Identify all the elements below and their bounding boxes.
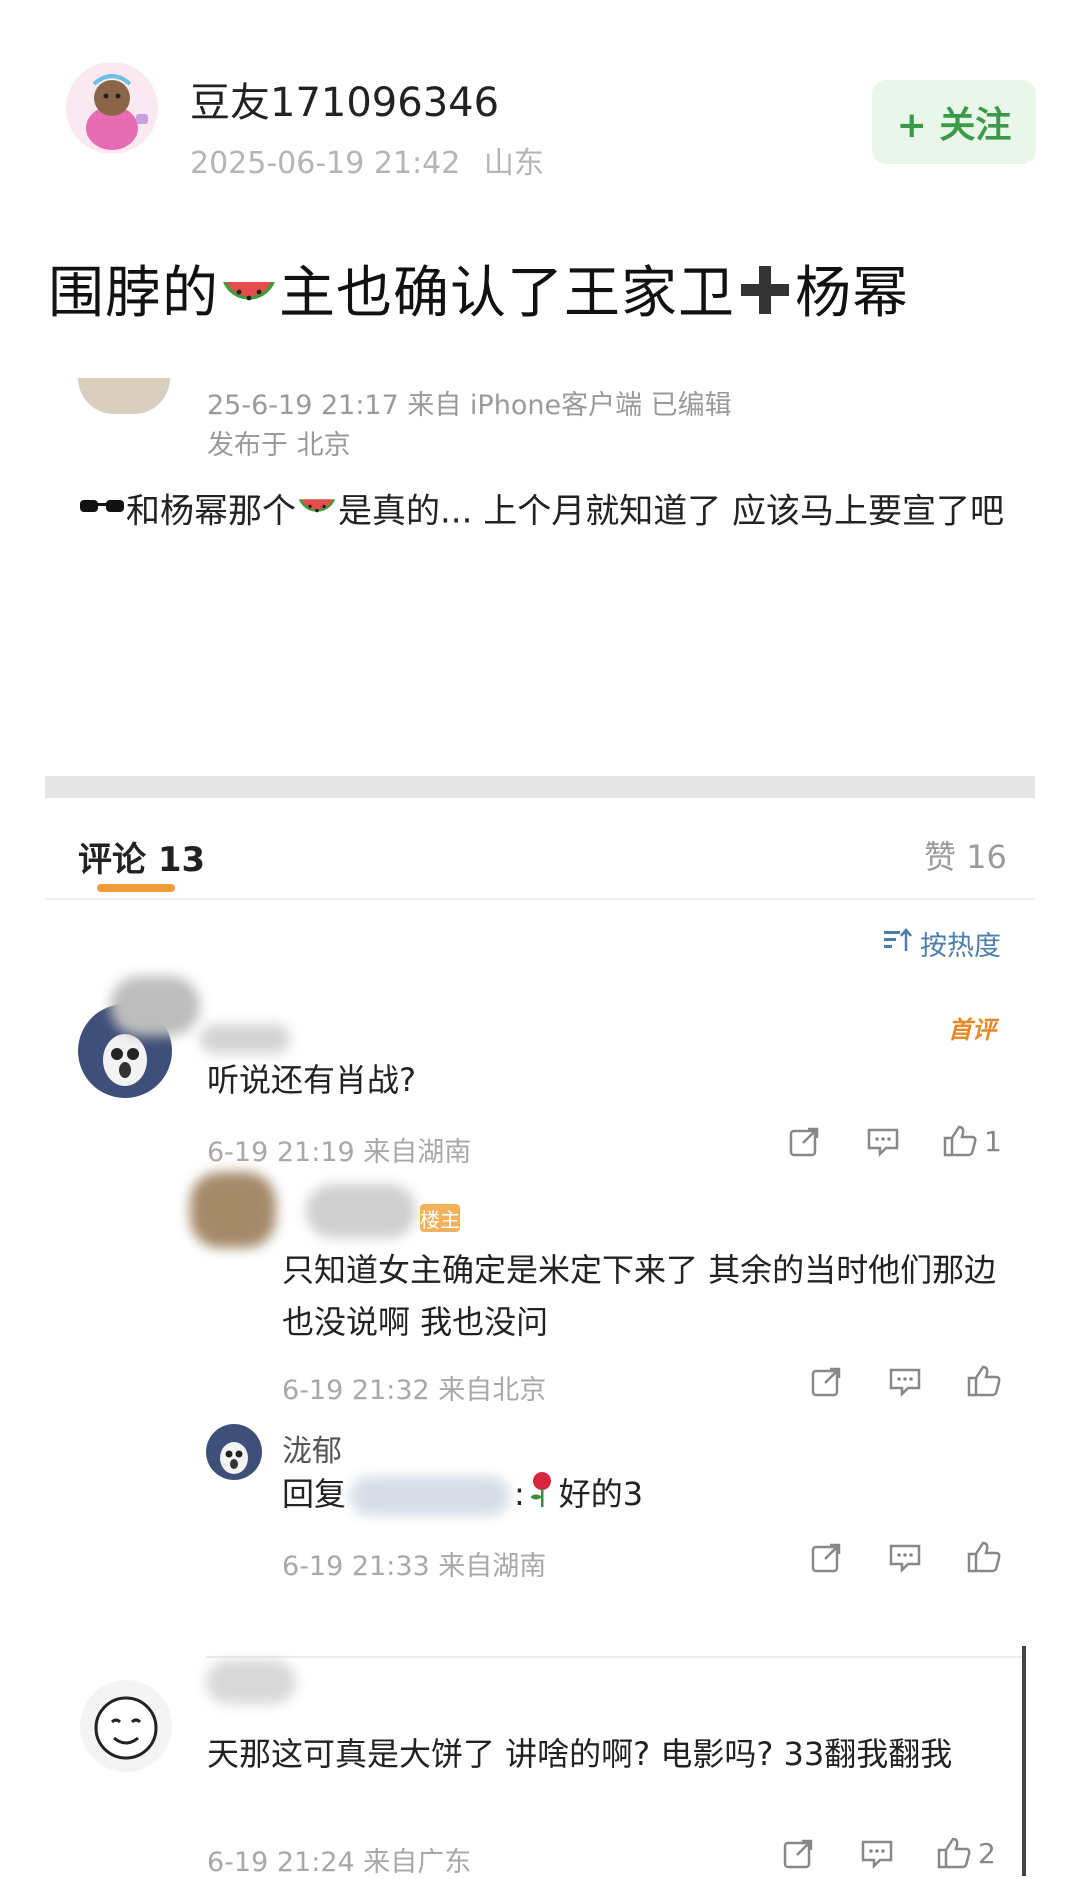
share-button[interactable] [788,1126,820,1158]
follow-label: + 关注 [896,105,1012,146]
comment-meta: 6-19 21:24 来自广东 [207,1847,472,1878]
headline-text-3: 杨幂 [795,261,909,326]
sort-icon [882,927,912,960]
thumbs-up-icon [942,1124,978,1158]
comment-text: 听说还有肖战? [207,1061,416,1099]
quoted-avatar [78,378,170,414]
thumbs-up-icon [936,1836,972,1870]
reply-icon [860,1838,894,1870]
scroll-indicator [1022,1646,1026,1876]
like-button[interactable] [966,1540,1002,1574]
headline-text-2: 主也确认了王家卫 [279,261,735,326]
comment-meta: 6-19 21:32 来自北京 [282,1375,547,1406]
like-button[interactable]: 1 [942,1124,1002,1158]
reply-icon [888,1542,922,1574]
reply-icon [866,1126,900,1158]
reply-button[interactable] [860,1838,894,1870]
blurred-mention [350,1476,511,1516]
reply-body: 好的3 [558,1475,644,1513]
watermelon-icon [296,484,338,542]
comment-text: 只知道女主确定是米定下来了 其余的当时他们那边也没说啊 我也没问 [282,1251,997,1341]
quoted-text: 和杨幂那个 是真的... 上个月就知道了 应该马上要宣了吧 [78,484,1018,542]
reply-prefix: 回复 [282,1475,347,1513]
headline-text-1: 围脖的 [48,261,219,326]
reply-text: 回复: 好的3 [282,1468,1002,1524]
comment-username[interactable]: 泷郁 [282,1426,342,1470]
sunglasses-icon [78,486,126,540]
share-button[interactable] [782,1838,814,1870]
share-button[interactable] [810,1542,842,1574]
quoted-meta-line1: 25-6-19 21:17 来自 iPhone客户端 已编辑 [207,390,732,421]
watermelon-icon [219,260,279,334]
author-avatar[interactable] [66,62,158,154]
thumbs-up-icon [966,1540,1002,1574]
blurred-avatar [190,1172,276,1248]
quoted-text-2: 是真的... 上个月就知道了 应该马上要宣了吧 [338,491,1005,532]
quoted-meta: 25-6-19 21:17 来自 iPhone客户端 已编辑 发布于 北京 [207,386,732,466]
reply-icon [888,1366,922,1398]
reply-button[interactable] [888,1366,922,1398]
comment-separator [206,1656,1026,1658]
reply-button[interactable] [866,1126,900,1158]
like-button[interactable] [966,1364,1002,1398]
comment-meta: 6-19 21:33 来自湖南 [282,1551,547,1582]
thumbs-up-icon [966,1364,1002,1398]
sort-label: 按热度 [920,931,1001,962]
blurred-username [200,1024,290,1054]
share-icon [810,1542,842,1574]
quoted-text-1: 和杨幂那个 [126,491,296,532]
comment-meta: 6-19 21:19 来自湖南 [207,1137,472,1168]
like-count: 1 [984,1124,1002,1158]
comment-avatar[interactable] [80,1680,172,1772]
tab-comments[interactable]: 评论 13 [78,832,205,881]
share-icon [810,1366,842,1398]
first-comment-badge: 首评 [948,1016,996,1044]
sort-button[interactable]: 按热度 [882,924,1001,963]
like-button[interactable]: 2 [936,1836,996,1870]
blurred-username [206,1660,296,1704]
section-divider [45,776,1035,798]
rose-icon [525,1469,559,1524]
blurred-username [306,1184,416,1238]
post-meta: 2025-06-19 21:42 山东 [190,138,544,182]
reply-button[interactable] [888,1542,922,1574]
post-headline: 围脖的 主也确认了王家卫 杨幂 [48,248,909,334]
share-icon [782,1838,814,1870]
tab-divider [45,898,1035,900]
like-count: 2 [978,1836,996,1870]
comment-avatar[interactable] [206,1424,262,1480]
share-button[interactable] [810,1366,842,1398]
share-icon [788,1126,820,1158]
comment-text: 天那这可真是大饼了 讲啥的啊? 电影吗? 33翻我翻我 [207,1735,953,1773]
tab-likes[interactable]: 赞 16 [924,832,1007,878]
owner-badge: 楼主 [420,1204,460,1232]
post-timestamp: 2025-06-19 21:42 [190,146,461,181]
plus-icon [735,260,795,334]
blurred-username [110,976,200,1036]
quoted-meta-line2: 发布于 北京 [207,430,351,461]
post-location: 山东 [483,146,544,181]
author-username[interactable]: 豆友171096346 [190,70,499,128]
tab-active-indicator [97,884,175,892]
follow-button[interactable]: + 关注 [872,80,1036,164]
